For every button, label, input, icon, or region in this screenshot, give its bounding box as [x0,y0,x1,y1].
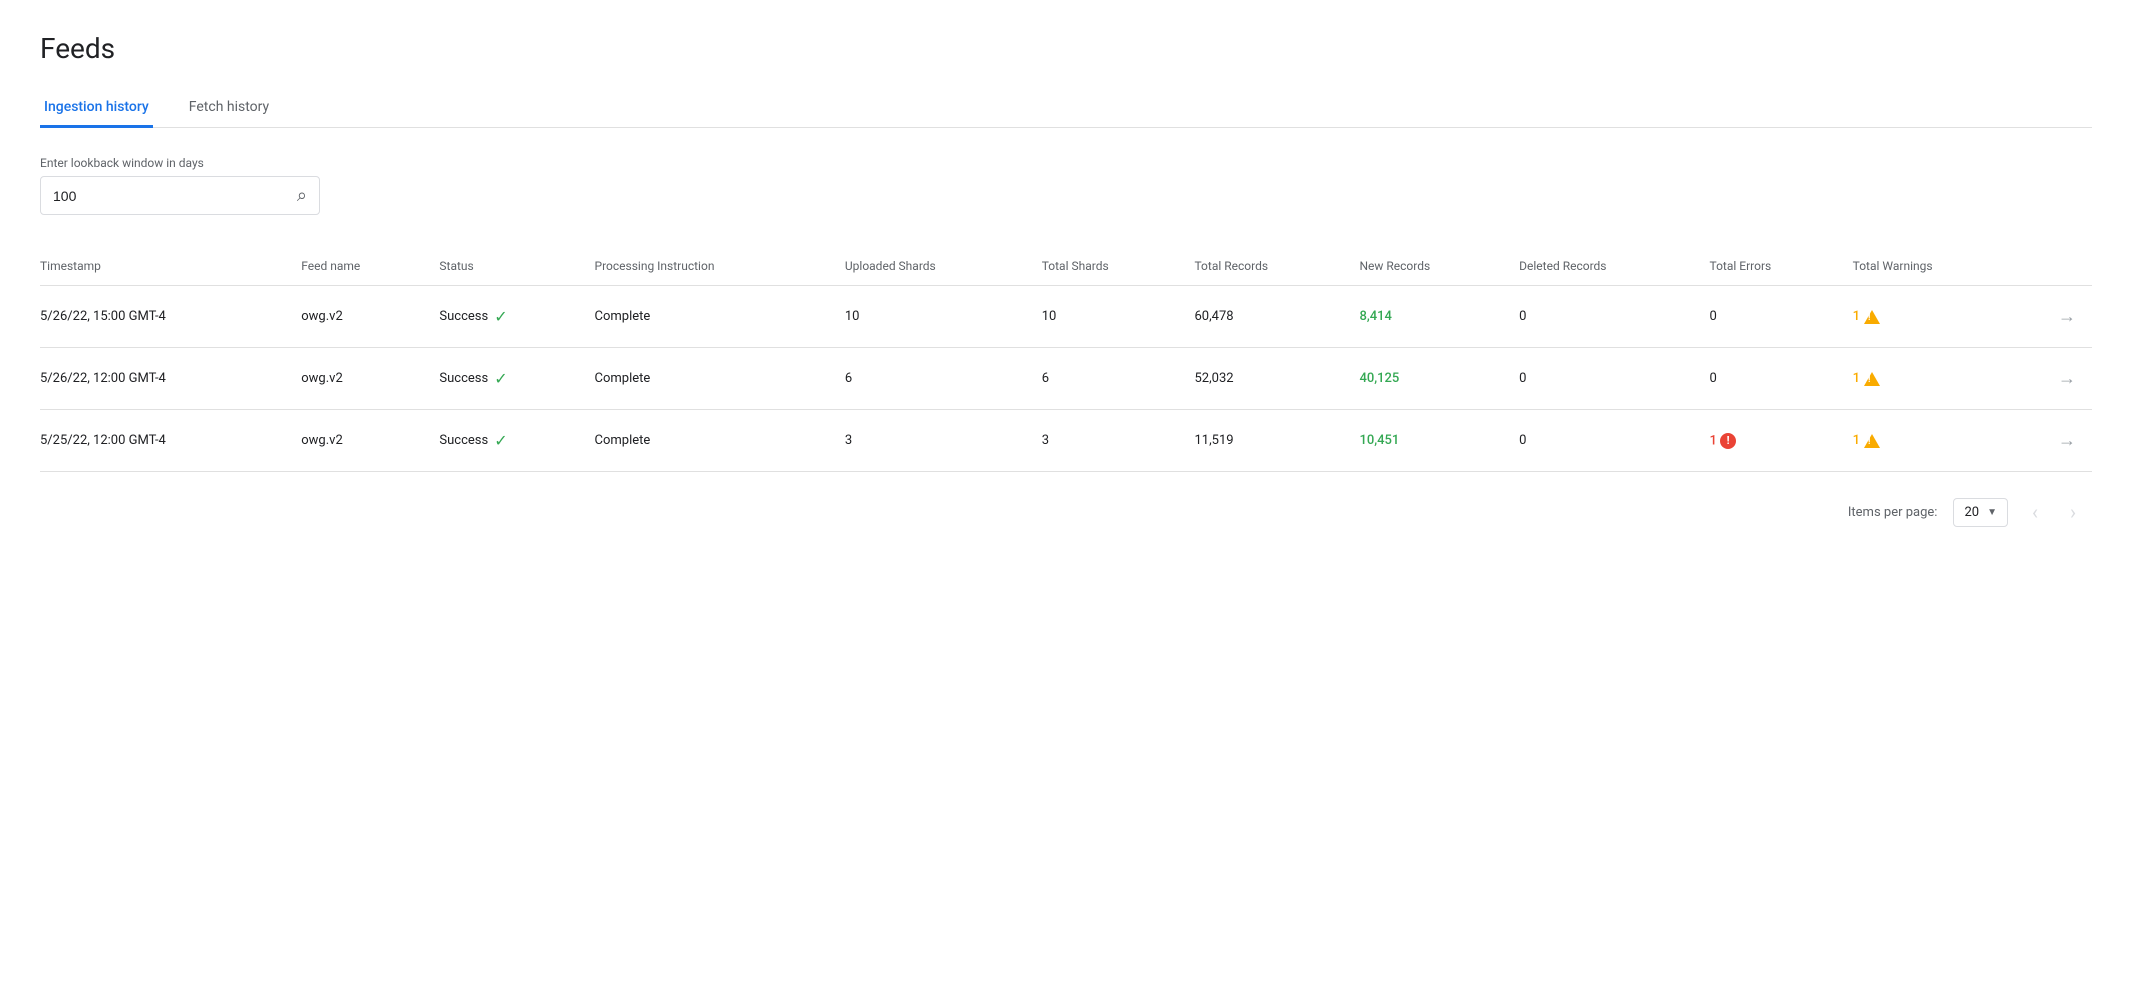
cell-deleted-records: 0 [1519,410,1709,472]
cell-uploaded-shards: 6 [845,348,1042,410]
cell-total-warnings: 1 [1853,348,2030,410]
tab-ingestion-history[interactable]: Ingestion history [40,89,153,128]
pagination: Items per page: 20 ▼ ‹ › [40,496,2092,528]
cell-total-errors: 0 [1710,348,1853,410]
search-box: ⌕ [40,176,320,215]
warning-icon [1864,372,1880,386]
col-timestamp: Timestamp [40,247,301,286]
warning-count: 1 [1853,309,1860,324]
cell-total-warnings: 1 [1853,286,2030,348]
tab-bar: Ingestion history Fetch history [40,89,2092,128]
new-records-value: 10,451 [1359,433,1399,448]
cell-total-errors: 1 ! [1710,410,1853,472]
cell-timestamp: 5/25/22, 12:00 GMT-4 [40,410,301,472]
error-count: 1 [1710,433,1717,448]
cell-status: Success ✓ [439,348,594,410]
warning-cell: 1 [1853,371,2014,386]
cell-total-shards: 6 [1042,348,1195,410]
cell-uploaded-shards: 3 [845,410,1042,472]
cell-deleted-records: 0 [1519,286,1709,348]
cell-total-records: 11,519 [1194,410,1359,472]
cell-new-records: 40,125 [1359,348,1519,410]
tab-fetch-history[interactable]: Fetch history [185,89,273,128]
table-header-row: Timestamp Feed name Status Processing In… [40,247,2092,286]
table-row: 5/26/22, 15:00 GMT-4 owg.v2 Success ✓ Co… [40,286,2092,348]
col-total-errors: Total Errors [1710,247,1853,286]
error-count: 0 [1710,309,1717,324]
warning-icon [1864,434,1880,448]
search-section: Enter lookback window in days ⌕ [40,156,2092,215]
error-count: 0 [1710,371,1717,386]
error-icon: ! [1720,433,1736,449]
chevron-down-icon: ▼ [1987,507,1997,518]
warning-icon [1864,310,1880,324]
per-page-value: 20 [1964,505,1979,520]
check-icon: ✓ [494,431,507,450]
table-row: 5/25/22, 12:00 GMT-4 owg.v2 Success ✓ Co… [40,410,2092,472]
check-icon: ✓ [494,307,507,326]
table-container: Timestamp Feed name Status Processing In… [40,247,2092,472]
check-icon: ✓ [494,369,507,388]
new-records-value: 40,125 [1359,371,1399,386]
col-deleted-records: Deleted Records [1519,247,1709,286]
cell-action[interactable]: → [2029,348,2092,410]
warning-count: 1 [1853,433,1860,448]
col-total-warnings: Total Warnings [1853,247,2030,286]
col-processing-instruction: Processing Instruction [595,247,845,286]
per-page-select[interactable]: 20 ▼ [1953,498,2008,527]
cell-processing-instruction: Complete [595,410,845,472]
warning-count: 1 [1853,371,1860,386]
cell-processing-instruction: Complete [595,286,845,348]
col-new-records: New Records [1359,247,1519,286]
cell-feed-name: owg.v2 [301,410,439,472]
cell-total-records: 60,478 [1194,286,1359,348]
status-text: Success [439,309,488,324]
cell-action[interactable]: → [2029,286,2092,348]
cell-total-records: 52,032 [1194,348,1359,410]
cell-deleted-records: 0 [1519,348,1709,410]
prev-page-button[interactable]: ‹ [2024,496,2046,528]
col-total-records: Total Records [1194,247,1359,286]
cell-total-errors: 0 [1710,286,1853,348]
table-row: 5/26/22, 12:00 GMT-4 owg.v2 Success ✓ Co… [40,348,2092,410]
cell-uploaded-shards: 10 [845,286,1042,348]
cell-timestamp: 5/26/22, 12:00 GMT-4 [40,348,301,410]
page-title: Feeds [40,32,2092,65]
search-icon[interactable]: ⌕ [297,185,307,206]
cell-total-shards: 3 [1042,410,1195,472]
cell-new-records: 10,451 [1359,410,1519,472]
ingestion-table: Timestamp Feed name Status Processing In… [40,247,2092,472]
cell-total-shards: 10 [1042,286,1195,348]
next-page-button[interactable]: › [2062,496,2084,528]
items-per-page-label: Items per page: [1848,505,1938,520]
col-total-shards: Total Shards [1042,247,1195,286]
cell-processing-instruction: Complete [595,348,845,410]
cell-total-warnings: 1 [1853,410,2030,472]
cell-feed-name: owg.v2 [301,348,439,410]
col-status: Status [439,247,594,286]
search-label: Enter lookback window in days [40,156,2092,170]
col-uploaded-shards: Uploaded Shards [845,247,1042,286]
col-action [2029,247,2092,286]
cell-timestamp: 5/26/22, 15:00 GMT-4 [40,286,301,348]
new-records-value: 8,414 [1359,309,1391,324]
page-container: Feeds Ingestion history Fetch history En… [0,0,2132,560]
cell-new-records: 8,414 [1359,286,1519,348]
warning-cell: 1 [1853,309,2014,324]
cell-action[interactable]: → [2029,410,2092,472]
warning-cell: 1 [1853,433,2014,448]
cell-status: Success ✓ [439,410,594,472]
col-feed-name: Feed name [301,247,439,286]
search-input[interactable] [53,188,289,204]
cell-status: Success ✓ [439,286,594,348]
cell-feed-name: owg.v2 [301,286,439,348]
status-text: Success [439,371,488,386]
status-text: Success [439,433,488,448]
